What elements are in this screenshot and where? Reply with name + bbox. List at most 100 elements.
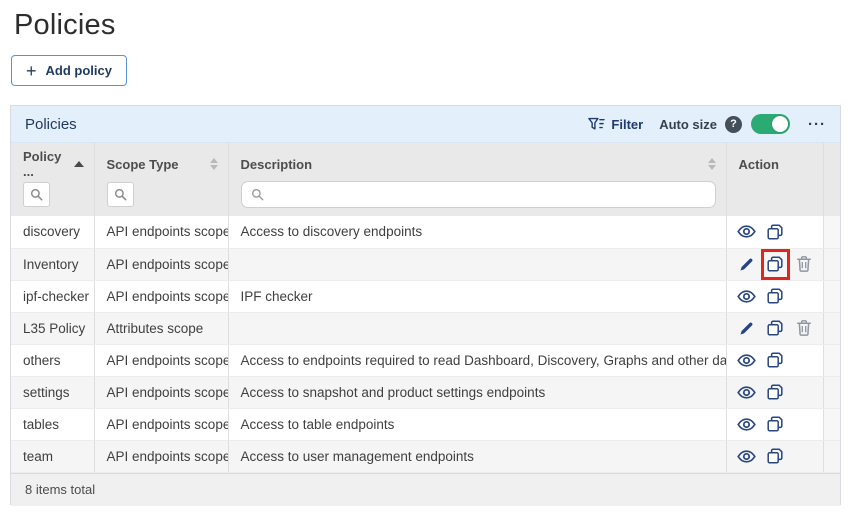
- cell-description: IPF checker: [228, 280, 727, 313]
- table-footer: 8 items total: [11, 472, 840, 506]
- description-search-input[interactable]: [270, 186, 706, 203]
- cell-scope-type: API endpoints scope: [94, 440, 229, 473]
- sort-toggle-icon: [209, 158, 218, 170]
- panel-header: Policies Filter Auto size ? ···: [11, 106, 840, 143]
- scope-type-search-button[interactable]: [106, 182, 134, 207]
- copy-icon: [767, 224, 783, 240]
- column-header-description[interactable]: Description: [228, 143, 727, 179]
- policies-panel: Policies Filter Auto size ? ··· Policy .…: [10, 105, 841, 506]
- filter-icon: [588, 117, 606, 131]
- policy-search-button[interactable]: [23, 182, 50, 207]
- search-icon: [114, 188, 127, 201]
- view-action-button[interactable]: [736, 223, 756, 240]
- filter-button[interactable]: Filter: [588, 117, 643, 132]
- column-header-gutter: [823, 143, 840, 179]
- eye-icon: [736, 225, 756, 238]
- edit-action-button[interactable]: [738, 256, 755, 273]
- view-action-button[interactable]: [736, 384, 756, 401]
- delete-action-button[interactable]: [796, 256, 813, 273]
- view-action-button[interactable]: [736, 448, 756, 465]
- copy-icon: [767, 416, 783, 432]
- pencil-icon: [739, 257, 754, 272]
- eye-icon: [736, 353, 756, 367]
- help-icon[interactable]: ?: [725, 115, 742, 133]
- delete-action-button[interactable]: [796, 320, 813, 337]
- cell-policy-name: ipf-checker: [11, 280, 95, 313]
- cell-policy-name: Inventory: [11, 248, 95, 281]
- column-header-action: Action: [726, 143, 824, 179]
- column-header-row: Policy ... Scope Type Description Action: [11, 143, 840, 179]
- items-total-label: 8 items total: [25, 482, 96, 497]
- column-label: Scope Type: [106, 156, 179, 172]
- copy-action-button[interactable]: [767, 448, 784, 465]
- sort-toggle-icon: [707, 158, 716, 170]
- cell-description: [228, 248, 727, 281]
- cell-actions: [726, 408, 824, 441]
- table-body: discovery API endpoints scope Access to di…: [11, 216, 840, 473]
- cell-policy-name: team: [11, 440, 95, 473]
- cell-scope-type: Attributes scope: [94, 312, 229, 345]
- cell-gutter: [823, 280, 840, 313]
- cell-policy-name: L35 Policy: [11, 312, 95, 345]
- cell-actions: [726, 248, 824, 281]
- copy-action-button[interactable]: [767, 352, 784, 369]
- cell-policy-name: discovery: [11, 216, 95, 249]
- description-search-cell: [228, 179, 727, 216]
- scope-search-cell: [94, 179, 229, 216]
- policy-search-cell: [11, 179, 95, 216]
- cell-gutter: [823, 440, 840, 473]
- page: Policies + Add policy Policies Filter Au…: [0, 9, 852, 506]
- cell-scope-type: API endpoints scope: [94, 344, 229, 377]
- cell-policy-name: settings: [11, 376, 95, 409]
- add-policy-button[interactable]: + Add policy: [11, 55, 127, 86]
- table-row: tables API endpoints scope Access to table…: [11, 408, 840, 441]
- eye-icon: [736, 289, 756, 303]
- trash-icon: [797, 320, 811, 336]
- cell-description: [228, 312, 727, 345]
- description-search-box: [240, 181, 716, 208]
- cell-policy-name: tables: [11, 408, 95, 441]
- cell-actions: [726, 216, 824, 249]
- cell-actions: [726, 280, 824, 313]
- cell-scope-type: API endpoints scope: [94, 216, 229, 249]
- eye-icon: [736, 449, 756, 463]
- pencil-icon: [739, 321, 754, 336]
- view-action-button[interactable]: [736, 416, 756, 433]
- auto-size-label: Auto size: [659, 116, 717, 132]
- view-action-button[interactable]: [736, 288, 756, 305]
- copy-action-button[interactable]: [767, 288, 784, 305]
- cell-scope-type: API endpoints scope: [94, 376, 229, 409]
- copy-action-button[interactable]: [767, 384, 784, 401]
- cell-gutter: [823, 248, 840, 281]
- cell-gutter: [823, 312, 840, 345]
- copy-icon: [767, 256, 783, 272]
- edit-action-button[interactable]: [738, 320, 755, 337]
- table-row: team API endpoints scope Access to user ma…: [11, 440, 840, 473]
- action-search-cell: [726, 179, 824, 216]
- cell-actions: [726, 344, 824, 377]
- table-row: Inventory API endpoints scope: [11, 248, 840, 281]
- more-menu-button[interactable]: ···: [808, 117, 826, 132]
- column-header-scope-type[interactable]: Scope Type: [94, 143, 229, 179]
- copy-action-button[interactable]: [760, 248, 790, 279]
- copy-icon: [767, 384, 783, 400]
- copy-action-button[interactable]: [767, 320, 784, 337]
- auto-size-toggle[interactable]: [751, 114, 790, 134]
- eye-icon: [736, 385, 756, 399]
- table-row: discovery API endpoints scope Access to di…: [11, 216, 840, 249]
- table-row: L35 Policy Attributes scope: [11, 312, 840, 345]
- copy-icon: [767, 448, 783, 464]
- cell-gutter: [823, 344, 840, 377]
- view-action-button[interactable]: [736, 352, 756, 369]
- cell-actions: [726, 440, 824, 473]
- copy-icon: [767, 320, 783, 336]
- column-header-policy-name[interactable]: Policy ...: [11, 143, 95, 179]
- copy-action-button[interactable]: [767, 416, 784, 433]
- eye-icon: [736, 417, 756, 431]
- copy-action-button[interactable]: [767, 223, 784, 240]
- column-label: Policy ...: [23, 149, 62, 179]
- column-label: Action: [738, 156, 779, 172]
- page-title: Policies: [14, 9, 116, 41]
- cell-gutter: [823, 216, 840, 249]
- cell-actions: [726, 312, 824, 345]
